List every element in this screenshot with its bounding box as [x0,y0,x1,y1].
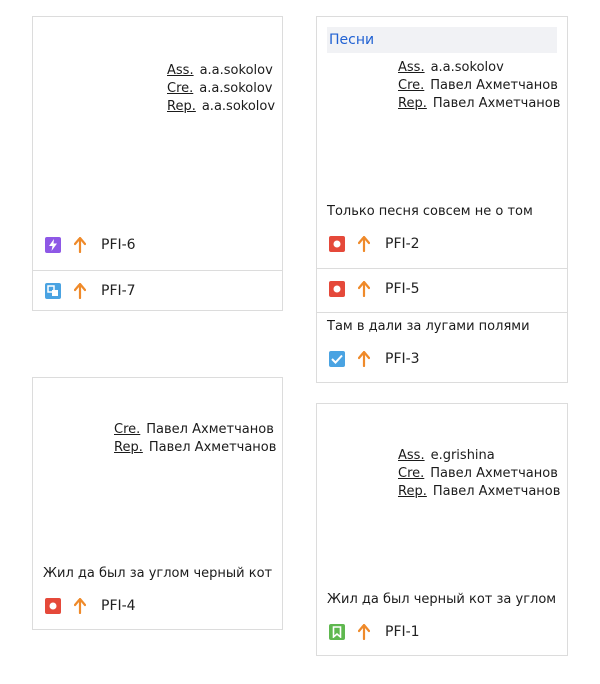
reporter-value: Павел Ахметчанов [432,484,561,499]
bug-icon [329,280,345,297]
issue-key[interactable]: PFI-7 [101,283,136,299]
bug-icon [329,236,345,252]
assignee-label: Ass. [398,60,425,75]
assignee-label: Ass. [398,448,425,463]
card-description: Только песня совсем не о том [327,204,533,219]
card-meta: Ass. a.a.sokolov Cre. Павел Ахметчанов Rep… [398,59,560,113]
card-2: Песни Ass. a.a.sokolov Cre. Павел Ахметчан… [316,16,568,383]
issue-row[interactable]: PFI-4 [33,586,282,626]
reporter-label: Rep. [398,484,427,499]
creator-value: a.a.sokolov [199,81,273,96]
card-meta: Cre. Павел Ахметчанов Rep. Павел Ахметчано… [114,421,276,457]
reporter-value: a.a.sokolov [201,99,276,114]
issue-key[interactable]: PFI-4 [101,598,136,614]
reporter-value: Павел Ахметчанов [432,96,561,111]
reporter-label: Rep. [167,99,196,114]
card-3: Cre. Павел Ахметчанов Rep. Павел Ахметчано… [32,377,283,630]
arrow-up-icon [357,351,371,367]
creator-label: Cre. [398,466,425,481]
issue-row[interactable]: PFI-7 [33,270,282,310]
subtask-icon [45,282,61,299]
arrow-up-icon [73,237,87,253]
reporter-value: Павел Ахметчанов [148,440,277,455]
issue-row[interactable]: PFI-2 [317,224,567,264]
creator-label: Cre. [114,422,141,437]
issue-key[interactable]: PFI-6 [101,237,136,253]
assignee-label: Ass. [167,63,194,78]
arrow-up-icon [357,624,371,640]
assignee-value: a.a.sokolov [430,60,504,75]
bolt-icon [45,237,61,253]
creator-value: Павел Ахметчанов [146,422,274,437]
card-meta: Ass. a.a.sokolov Cre. a.a.sokolov Rep. a.a.… [167,62,275,116]
issue-row[interactable]: PFI-3 [317,339,567,379]
issue-key[interactable]: PFI-3 [385,351,420,367]
issue-key[interactable]: PFI-5 [385,281,420,297]
issue-row[interactable]: PFI-5 [317,268,567,308]
arrow-up-icon [73,282,87,299]
issue-key[interactable]: PFI-2 [385,236,420,252]
bookmark-icon [329,624,345,640]
arrow-up-icon [357,280,371,297]
creator-value: Павел Ахметчанов [430,78,558,93]
card-1: Ass. a.a.sokolov Cre. a.a.sokolov Rep. a.a.… [32,16,283,311]
reporter-label: Rep. [114,440,143,455]
creator-label: Cre. [398,78,425,93]
card-description: Жил да был за углом черный кот [43,566,273,581]
card-note: Там в дали за лугами полями [317,312,567,334]
card-meta: Ass. e.grishina Cre. Павел Ахметчанов Rep.… [398,447,560,501]
creator-label: Cre. [167,81,194,96]
issue-row[interactable]: PFI-6 [33,225,282,265]
assignee-value: e.grishina [430,448,495,463]
card-4: Ass. e.grishina Cre. Павел Ахметчанов Rep.… [316,403,568,656]
assignee-value: a.a.sokolov [199,63,273,78]
issue-key[interactable]: PFI-1 [385,624,420,640]
issue-row[interactable]: PFI-1 [317,612,567,652]
card-description: Жил да был черный кот за углом [327,592,557,607]
checkbox-icon [329,351,345,367]
arrow-up-icon [73,598,87,614]
arrow-up-icon [357,236,371,252]
creator-value: Павел Ахметчанов [430,466,558,481]
bug-icon [45,598,61,614]
reporter-label: Rep. [398,96,427,111]
card-title[interactable]: Песни [327,27,557,53]
